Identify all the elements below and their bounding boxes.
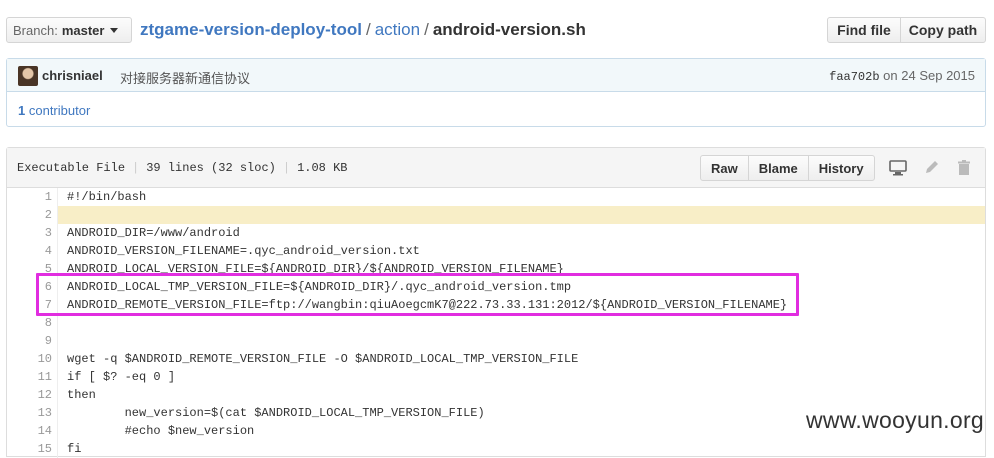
code-line: 8 — [7, 314, 985, 332]
line-number[interactable]: 1 — [7, 188, 52, 206]
file-info: Executable File | 39 lines (32 sloc) | 1.08 … — [17, 161, 348, 175]
line-code: then — [67, 388, 96, 402]
line-number[interactable]: 13 — [7, 404, 52, 422]
breadcrumb-separator: / — [424, 20, 429, 39]
line-number[interactable]: 2 — [7, 206, 52, 224]
line-code: ANDROID_DIR=/www/android — [67, 226, 240, 240]
trash-icon[interactable] — [955, 160, 973, 176]
line-number[interactable]: 10 — [7, 350, 52, 368]
line-code: #echo $new_version — [67, 424, 255, 438]
code-line: 11 if [ $? -eq 0 ] — [7, 368, 985, 386]
pencil-icon[interactable] — [923, 160, 941, 176]
code-line: 10 wget -q $ANDROID_REMOTE_VERSION_FILE -… — [7, 350, 985, 368]
code-line: 3 ANDROID_DIR=/www/android — [7, 224, 985, 242]
contributor-label: contributor — [28, 103, 91, 118]
line-code: #!/bin/bash — [67, 190, 147, 204]
commit-date: 24 Sep 2015 — [901, 68, 975, 83]
raw-button[interactable]: Raw — [700, 155, 749, 181]
code-line: 9 — [7, 332, 985, 350]
caret-down-icon — [110, 27, 119, 33]
avatar[interactable] — [18, 66, 38, 86]
desktop-icon[interactable] — [889, 160, 907, 176]
code-line: 4 ANDROID_VERSION_FILENAME=.qyc_android_v… — [7, 242, 985, 260]
history-button[interactable]: History — [807, 155, 875, 181]
contributor-count: 1 — [18, 103, 26, 118]
branch-prefix: Branch: — [13, 22, 58, 38]
line-code: if [ $? -eq 0 ] — [67, 370, 176, 384]
annotation-highlight-box — [36, 273, 799, 316]
line-number[interactable]: 4 — [7, 242, 52, 260]
breadcrumb: ztgame-version-deploy-tool / action / androi… — [140, 19, 586, 41]
line-number[interactable]: 14 — [7, 422, 52, 440]
code-line: 1 #!/bin/bash — [7, 188, 985, 206]
breadcrumb-file-name: android-version.sh — [432, 20, 586, 39]
file-size: 1.08 KB — [297, 161, 348, 175]
branch-selector-button[interactable]: Branch: master — [6, 17, 132, 43]
commit-sha-link[interactable]: faa702b — [829, 70, 879, 84]
commit-meta: faa702b on 24 Sep 2015 — [829, 68, 975, 84]
line-number[interactable]: 3 — [7, 224, 52, 242]
line-code: wget -q $ANDROID_REMOTE_VERSION_FILE -O … — [67, 352, 579, 366]
watermark: www.wooyun.org — [805, 407, 984, 433]
breadcrumb-repo-link[interactable]: ztgame-version-deploy-tool — [140, 20, 362, 39]
commit-author-link[interactable]: chrisniael — [42, 68, 103, 83]
code-line: 2 — [7, 206, 985, 224]
commit-tease: chrisniael 对接服务器新通信协议 faa702b on 24 Sep … — [6, 58, 986, 127]
breadcrumb-folder-link[interactable]: action — [375, 20, 420, 39]
line-number[interactable]: 9 — [7, 332, 52, 350]
contributors-link[interactable]: 1 contributor — [18, 103, 90, 118]
file-lines: 39 lines (32 sloc) — [146, 161, 276, 175]
line-code: new_version=$(cat $ANDROID_LOCAL_TMP_VER… — [67, 406, 485, 420]
line-number[interactable]: 15 — [7, 440, 52, 458]
line-number[interactable]: 11 — [7, 368, 52, 386]
line-highlight — [58, 206, 985, 224]
breadcrumb-separator: / — [365, 20, 371, 39]
code-line: 15 fi — [7, 440, 985, 458]
line-code: ANDROID_VERSION_FILENAME=.qyc_android_ve… — [67, 244, 420, 258]
commit-message-link[interactable]: 对接服务器新通信协议 — [120, 68, 250, 87]
copy-path-button[interactable]: Copy path — [900, 17, 986, 43]
code-line: 12 then — [7, 386, 985, 404]
blame-button[interactable]: Blame — [747, 155, 809, 181]
line-number[interactable]: 12 — [7, 386, 52, 404]
file-type: Executable File — [17, 161, 126, 175]
commit-date-prefix: on — [883, 68, 898, 83]
line-code: fi — [67, 442, 82, 456]
find-file-button[interactable]: Find file — [827, 17, 901, 43]
branch-name: master — [61, 22, 105, 38]
line-number[interactable]: 8 — [7, 314, 52, 332]
file-header: Executable File | 39 lines (32 sloc) | 1.08 … — [7, 148, 985, 188]
latest-commit-row: chrisniael 对接服务器新通信协议 faa702b on 24 Sep … — [7, 59, 985, 92]
file-actions-group: Raw Blame History — [700, 155, 875, 181]
